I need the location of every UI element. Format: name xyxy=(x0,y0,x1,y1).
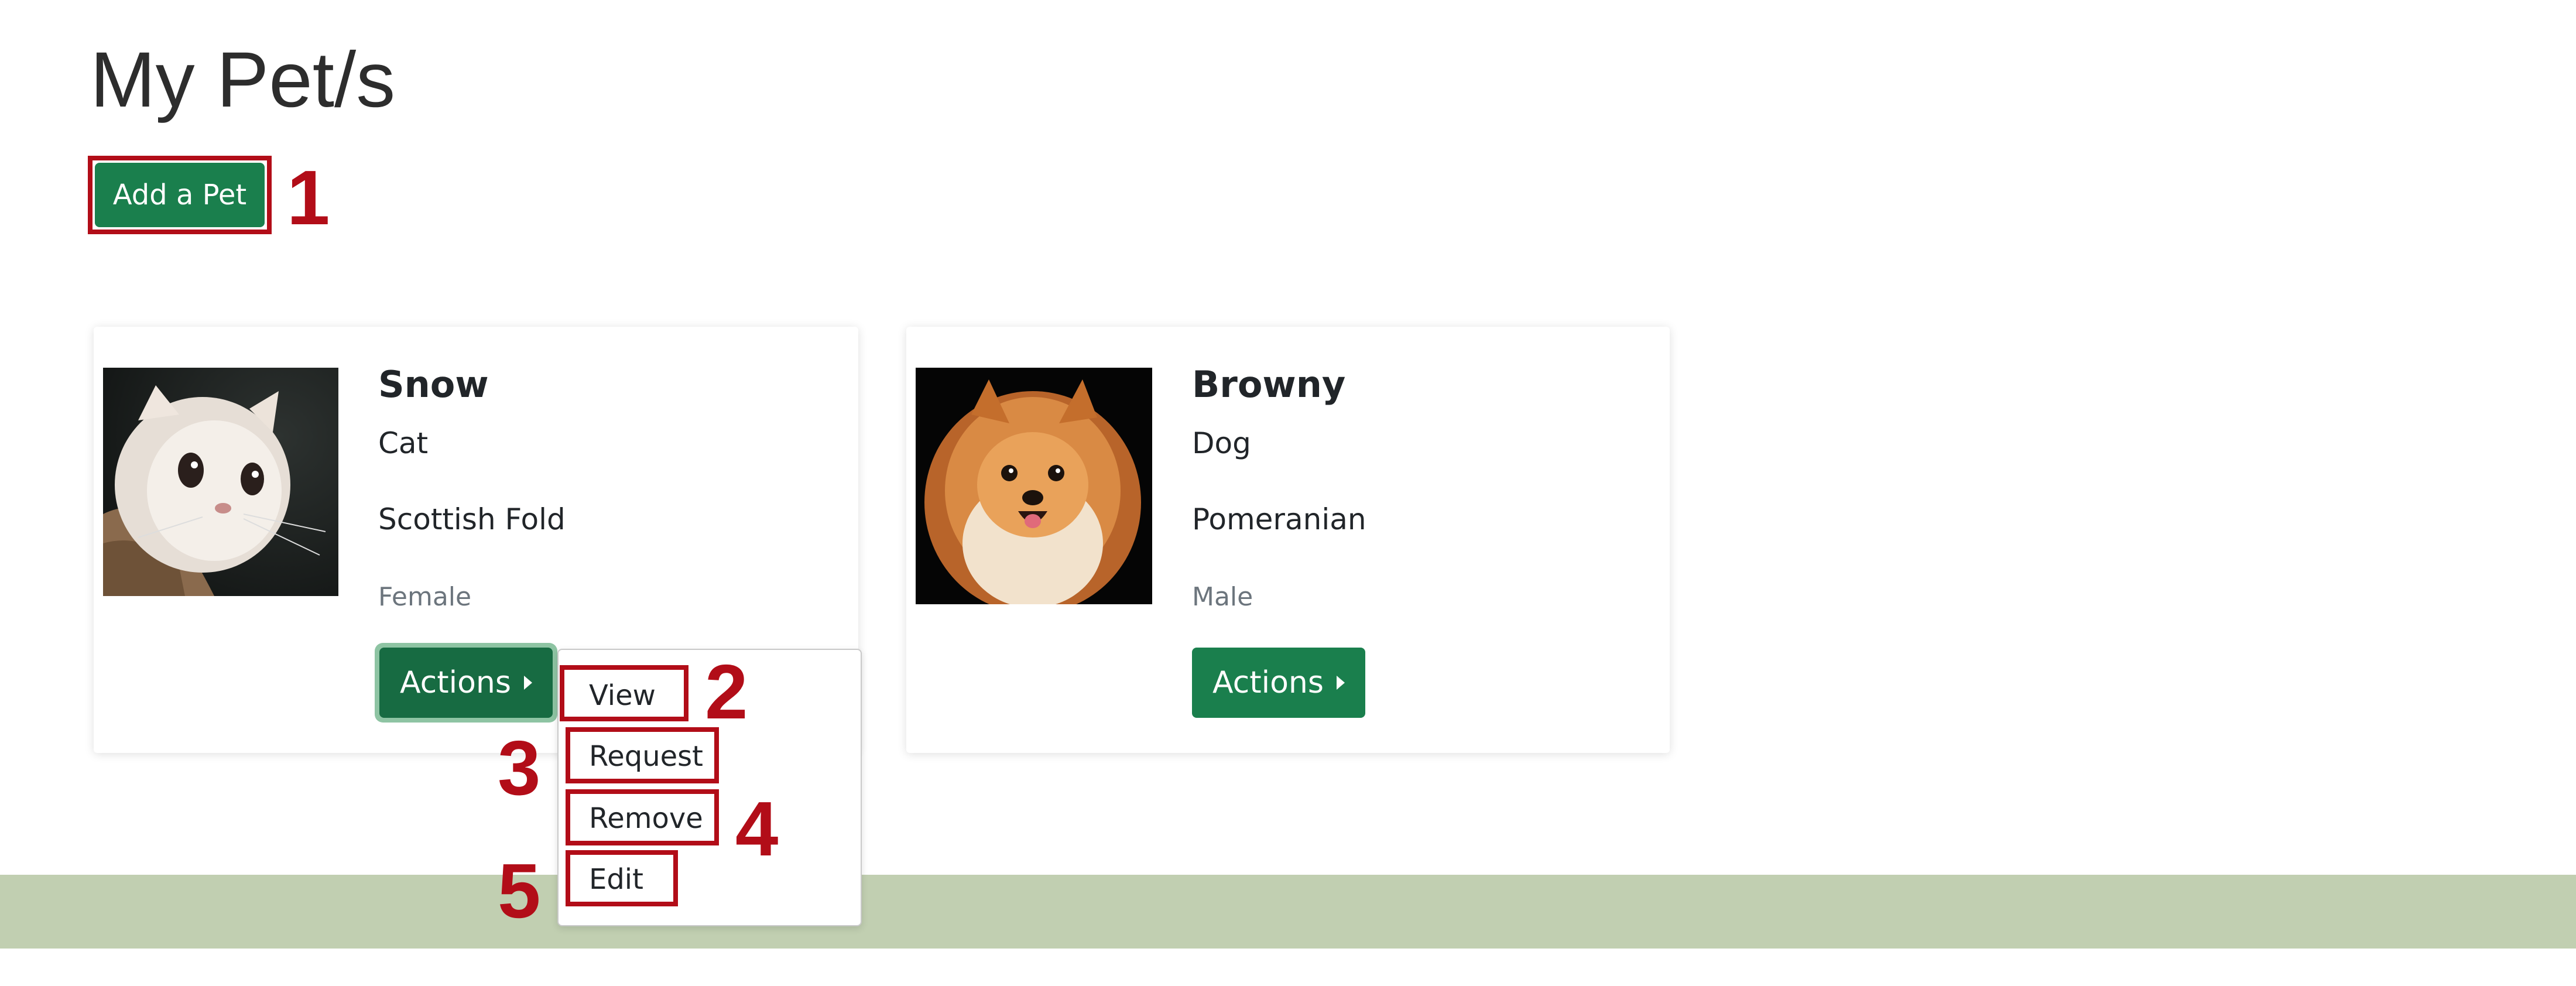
callout-3: 3 xyxy=(498,725,541,811)
annotation-box-add-pet xyxy=(88,156,272,234)
pet-gender: Male xyxy=(1192,582,1253,612)
footer-band xyxy=(0,875,2576,949)
pet-breed: Pomeranian xyxy=(1192,502,1366,536)
actions-button-snow[interactable]: Actions xyxy=(379,648,553,718)
pet-name: Snow xyxy=(378,363,489,406)
pet-name: Browny xyxy=(1192,363,1346,406)
pet-type: Dog xyxy=(1192,426,1251,460)
pet-photo-browny xyxy=(916,368,1152,604)
annotation-box-request xyxy=(566,727,719,783)
callout-2: 2 xyxy=(705,649,748,735)
pet-photo-snow xyxy=(103,368,338,596)
actions-label: Actions xyxy=(1212,665,1324,700)
callout-1: 1 xyxy=(287,155,330,241)
caret-right-icon xyxy=(523,676,532,690)
page-title: My Pet/s xyxy=(90,36,396,124)
callout-5: 5 xyxy=(498,848,541,934)
annotation-box-view xyxy=(560,665,688,721)
caret-right-icon xyxy=(1336,676,1345,690)
annotation-box-remove xyxy=(566,789,719,845)
actions-label: Actions xyxy=(400,665,511,700)
pet-breed: Scottish Fold xyxy=(378,502,566,536)
callout-4: 4 xyxy=(735,786,779,872)
annotation-box-edit xyxy=(566,850,678,906)
pet-type: Cat xyxy=(378,426,429,460)
actions-button-browny[interactable]: Actions xyxy=(1192,648,1365,718)
pet-gender: Female xyxy=(378,582,472,612)
